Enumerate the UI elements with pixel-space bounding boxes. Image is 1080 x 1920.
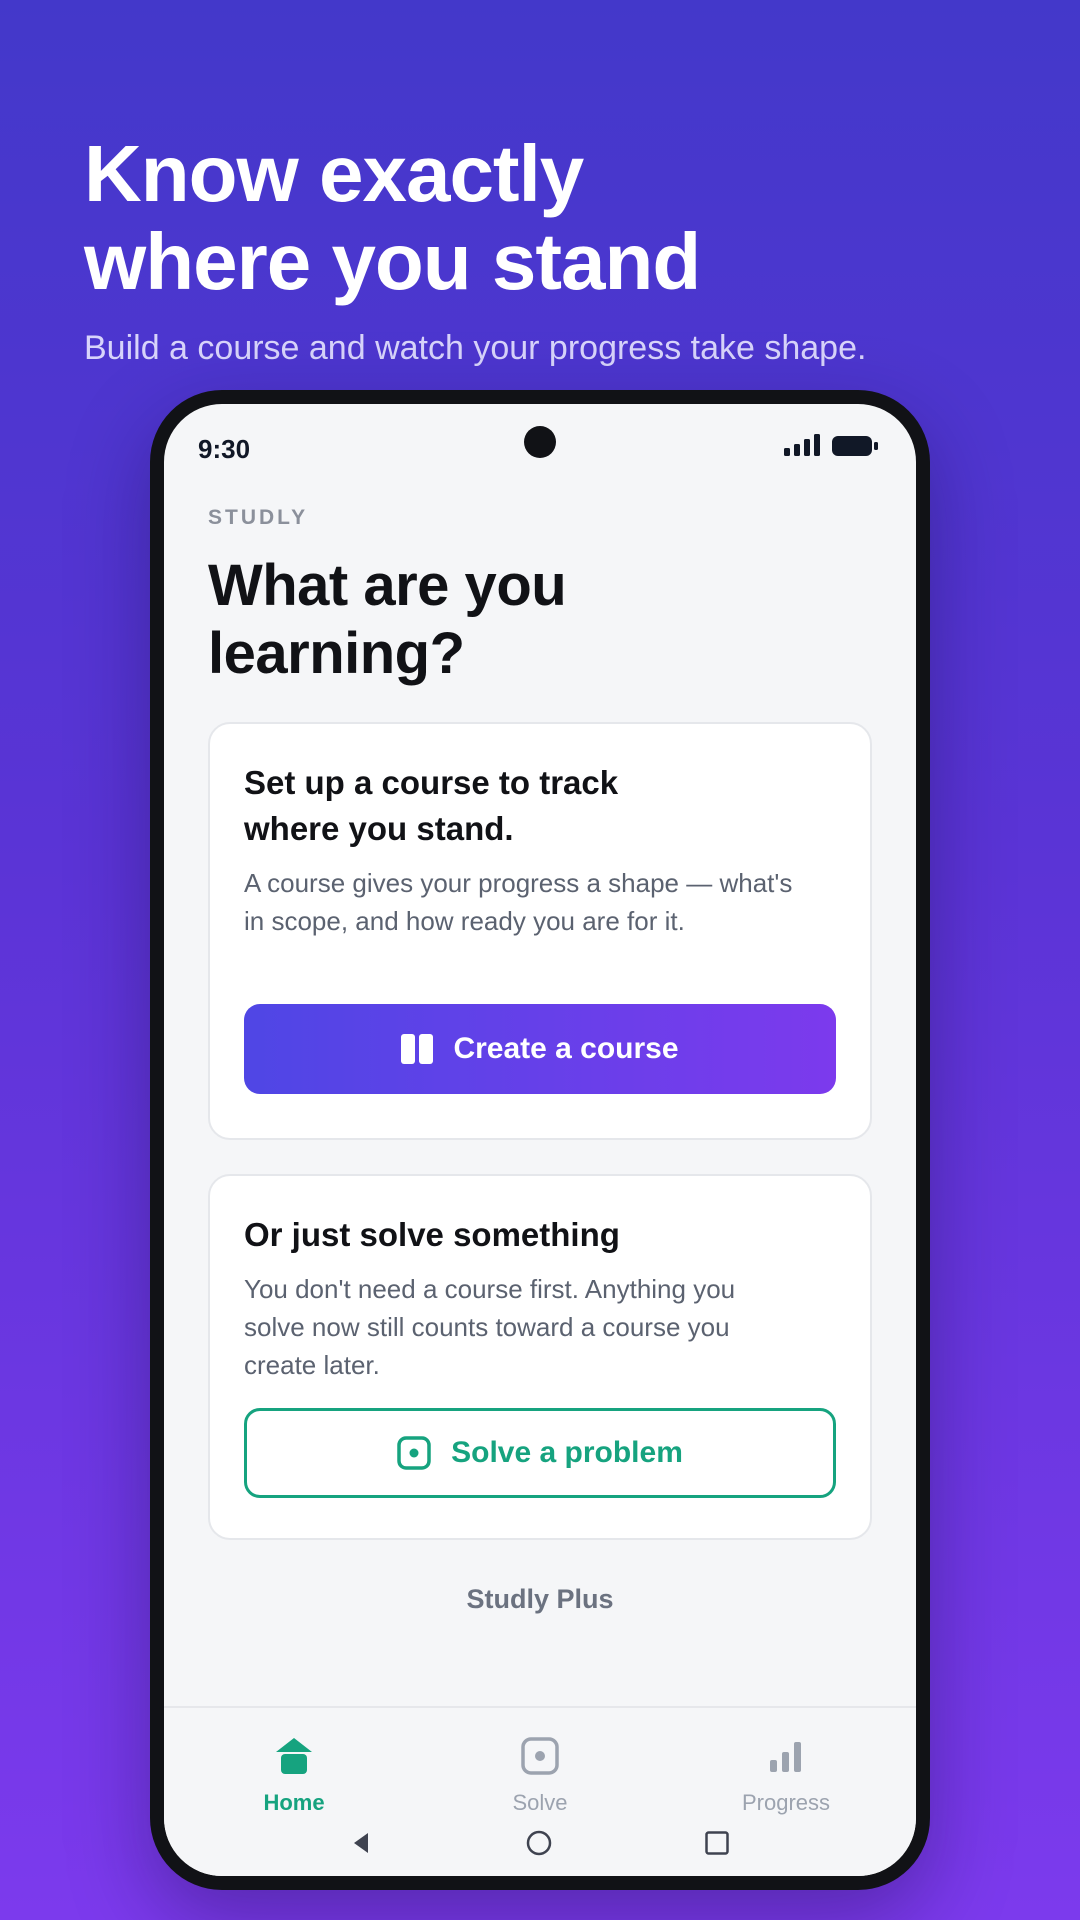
solve-card-body-line-1: You don't need a course first. Anything … bbox=[244, 1274, 736, 1304]
solve-card-title: Or just solve something bbox=[244, 1216, 620, 1253]
solve-card-body: You don't need a course first. Anything … bbox=[244, 1270, 836, 1384]
course-card-body: A course gives your progress a shape — w… bbox=[244, 864, 836, 940]
status-bar: 9:30 bbox=[164, 404, 916, 484]
course-card-title-line-2: where you stand. bbox=[244, 810, 514, 847]
book-icon bbox=[401, 1034, 434, 1064]
home-icon bbox=[276, 1738, 312, 1774]
solve-card-body-line-3: create later. bbox=[244, 1350, 380, 1380]
home-circle-icon[interactable] bbox=[526, 1830, 552, 1856]
main-content: STUDLY What are you learning? Set up a c… bbox=[208, 504, 872, 1615]
phone-screen: 9:30 STUDLY What are you learning? Set u… bbox=[164, 404, 916, 1876]
system-navigation-bar bbox=[164, 1822, 916, 1862]
page-title-line-2: learning? bbox=[208, 621, 465, 686]
recents-icon[interactable] bbox=[704, 1830, 730, 1856]
course-card-title-line-1: Set up a course to track bbox=[244, 764, 619, 801]
page-title: What are you learning? bbox=[208, 552, 872, 688]
bar-chart-icon bbox=[770, 1742, 801, 1772]
back-icon[interactable] bbox=[348, 1830, 374, 1856]
battery-icon bbox=[832, 436, 878, 456]
promo-title-line-2: where you stand bbox=[84, 217, 701, 306]
target-icon bbox=[397, 1436, 431, 1470]
target-icon bbox=[521, 1737, 559, 1775]
course-card-title: Set up a course to track where you stand… bbox=[244, 760, 836, 852]
status-time: 9:30 bbox=[198, 434, 251, 464]
nav-label-solve: Solve bbox=[512, 1790, 568, 1815]
promo-title: Know exactly where you stand bbox=[84, 130, 984, 306]
signal-icon bbox=[784, 434, 820, 456]
app-eyebrow: STUDLY bbox=[208, 506, 309, 529]
nav-item-progress[interactable]: Progress bbox=[696, 1734, 876, 1816]
studly-plus-link[interactable]: Studly Plus bbox=[208, 1584, 872, 1615]
nav-item-solve[interactable]: Solve bbox=[450, 1734, 630, 1816]
solve-problem-button[interactable]: Solve a problem bbox=[244, 1408, 836, 1498]
phone-frame: 9:30 STUDLY What are you learning? Set u… bbox=[150, 390, 930, 1890]
promo-subtitle: Build a course and watch your progress t… bbox=[84, 329, 867, 367]
solve-card: Or just solve something You don't need a… bbox=[208, 1174, 872, 1540]
course-card-body-line-2: in scope, and how ready you are for it. bbox=[244, 906, 685, 936]
promo-title-line-1: Know exactly bbox=[84, 129, 584, 218]
bottom-nav: Home Solve Progress bbox=[164, 1706, 916, 1876]
nav-label-home: Home bbox=[263, 1790, 325, 1815]
course-card: Set up a course to track where you stand… bbox=[208, 722, 872, 1140]
nav-label-progress: Progress bbox=[741, 1790, 831, 1815]
solve-problem-label: Solve a problem bbox=[451, 1436, 683, 1469]
solve-card-body-line-2: solve now still counts toward a course y… bbox=[244, 1312, 730, 1342]
nav-item-home[interactable]: Home bbox=[204, 1734, 384, 1816]
camera-cutout bbox=[524, 426, 556, 458]
page-title-line-1: What are you bbox=[208, 553, 567, 618]
create-course-label: Create a course bbox=[453, 1032, 679, 1065]
course-card-body-line-1: A course gives your progress a shape — w… bbox=[244, 868, 793, 898]
create-course-button[interactable]: Create a course bbox=[244, 1004, 836, 1094]
